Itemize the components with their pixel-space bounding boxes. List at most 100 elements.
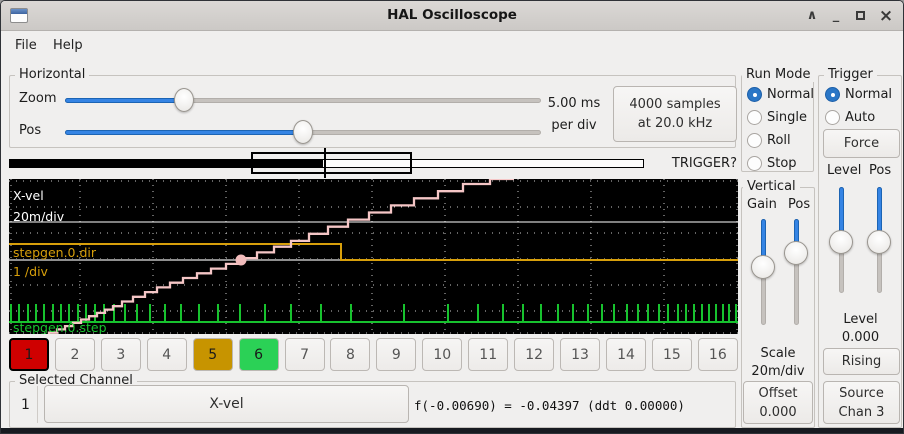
channel-button-16[interactable]: 16 [698, 338, 738, 371]
gain-slider-thumb[interactable] [751, 255, 775, 279]
gain-label: Gain [747, 197, 777, 212]
svg-text:X-vel: X-vel [13, 188, 44, 203]
radio-label: Auto [845, 110, 875, 125]
pos-slider[interactable] [65, 120, 541, 144]
samples-button[interactable]: 4000 samples at 20.0 kHz [613, 86, 737, 142]
time-value: 5.00 ms [543, 93, 605, 115]
offset-value: 0.000 [759, 403, 796, 422]
channel-button-7[interactable]: 7 [285, 338, 325, 371]
radio-circle [747, 110, 762, 125]
maximize-icon [856, 11, 865, 20]
svg-text:20m/div: 20m/div [13, 209, 65, 224]
trigger-status-label: TRIGGER? [601, 156, 737, 171]
samples-line2: at 20.0 kHz [638, 114, 712, 133]
radio-run-mode-stop[interactable]: Stop [747, 152, 814, 175]
view-window-box [251, 152, 412, 174]
trigger-level-value: 0.000 [821, 329, 900, 347]
time-per-div: 5.00 ms per div [543, 93, 605, 137]
pos-slider-thumb[interactable] [293, 120, 313, 144]
svg-text:stepgen.0.step: stepgen.0.step [13, 320, 107, 334]
zoom-slider-thumb[interactable] [174, 88, 194, 112]
minimize-button[interactable]: _ [825, 5, 847, 27]
scale-label: Scale [743, 345, 813, 363]
zoom-label: Zoom [19, 91, 56, 106]
scale-value: 20m/div [743, 363, 813, 381]
radio-circle [825, 87, 840, 102]
trigger-pos-slider-thumb[interactable] [867, 230, 891, 254]
trigger-source-value: Chan 3 [839, 403, 885, 422]
channel-button-6[interactable]: 6 [239, 338, 279, 371]
channel-button-10[interactable]: 10 [422, 338, 462, 371]
trigger-edge-button[interactable]: Rising [823, 348, 900, 375]
radio-circle [825, 110, 840, 125]
channel-button-13[interactable]: 13 [560, 338, 600, 371]
trigger-position-marker [324, 148, 326, 178]
window-title: HAL Oscilloscope [1, 7, 903, 23]
horizontal-group-label: Horizontal [15, 67, 89, 82]
channel-button-4[interactable]: 4 [147, 338, 187, 371]
radio-circle [747, 87, 762, 102]
radio-label: Stop [767, 156, 797, 171]
scope-display: X-vel 20m/div stepgen.0.dir 1 /div stepgen.0… [9, 179, 738, 334]
zoom-slider[interactable] [65, 88, 541, 112]
close-button[interactable]: × [875, 5, 897, 27]
trigger-group-label: Trigger [824, 67, 877, 82]
svg-text:stepgen.0.dir: stepgen.0.dir [13, 245, 97, 260]
trigger-level-readout: Level 0.000 [821, 311, 900, 347]
bottom-strip [1, 428, 903, 434]
radio-run-mode-normal[interactable]: Normal [747, 83, 814, 106]
radio-label: Normal [845, 87, 892, 102]
zoom-slider-fill [65, 98, 184, 103]
maximize-button[interactable] [849, 5, 871, 27]
radio-label: Single [767, 110, 807, 125]
selected-channel-divider [37, 386, 38, 423]
channel-button-3[interactable]: 3 [101, 338, 141, 371]
trigger-pos-col-label: Pos [869, 163, 891, 178]
vertical-pos-label: Pos [788, 197, 810, 212]
channel-button-5[interactable]: 5 [193, 338, 233, 371]
selected-channel-number: 1 [21, 397, 30, 413]
titlebar: HAL Oscilloscope ∧ _ × [1, 1, 903, 31]
scale-readout: Scale 20m/div [743, 345, 813, 381]
channel-button-9[interactable]: 9 [376, 338, 416, 371]
radio-run-mode-roll[interactable]: Roll [747, 129, 814, 152]
channel-button-14[interactable]: 14 [606, 338, 646, 371]
radio-trigger-auto[interactable]: Auto [825, 106, 892, 129]
svg-text:1 /div: 1 /div [13, 264, 49, 279]
vertical-pos-slider-thumb[interactable] [784, 241, 808, 265]
channel-button-8[interactable]: 8 [330, 338, 370, 371]
trigger-radios: Normal Auto [825, 83, 892, 129]
trigger-level-col-label: Level [827, 163, 861, 178]
channel-button-2[interactable]: 2 [55, 338, 95, 371]
channel-readout: f(-0.00690) = -0.04397 (ddt 0.00000) [414, 398, 685, 413]
trigger-level-slider-thumb[interactable] [829, 230, 853, 254]
channel-button-15[interactable]: 15 [652, 338, 692, 371]
gain-slider[interactable] [751, 219, 775, 325]
radio-circle [747, 133, 762, 148]
radio-label: Roll [767, 133, 791, 148]
run-mode-group-label: Run Mode [742, 67, 814, 82]
trigger-level-slider[interactable] [829, 187, 853, 293]
offset-button[interactable]: Offset 0.000 [743, 381, 813, 424]
channel-button-12[interactable]: 12 [514, 338, 554, 371]
radio-trigger-normal[interactable]: Normal [825, 83, 892, 106]
channel-button-1[interactable]: 1 [9, 338, 49, 371]
force-button[interactable]: Force [823, 129, 900, 158]
radio-run-mode-single[interactable]: Single [747, 106, 814, 129]
menu-help[interactable]: Help [47, 36, 89, 55]
vertical-group-label: Vertical [743, 179, 800, 194]
shade-button[interactable]: ∧ [801, 5, 823, 27]
samples-line1: 4000 samples [629, 95, 720, 114]
time-unit: per div [543, 115, 605, 137]
channel-button-11[interactable]: 11 [468, 338, 508, 371]
channel-row: 12345678910111213141516 [9, 338, 738, 371]
radio-label: Normal [767, 87, 814, 102]
trigger-source-button[interactable]: Source Chan 3 [823, 381, 900, 424]
vertical-pos-slider[interactable] [784, 219, 808, 325]
menu-file[interactable]: File [9, 36, 43, 55]
pos-slider-fill [65, 130, 303, 135]
trigger-level-label: Level [821, 311, 900, 329]
radio-circle [747, 156, 762, 171]
channel-source-button[interactable]: X-vel [44, 385, 409, 423]
trigger-pos-slider[interactable] [867, 187, 891, 293]
